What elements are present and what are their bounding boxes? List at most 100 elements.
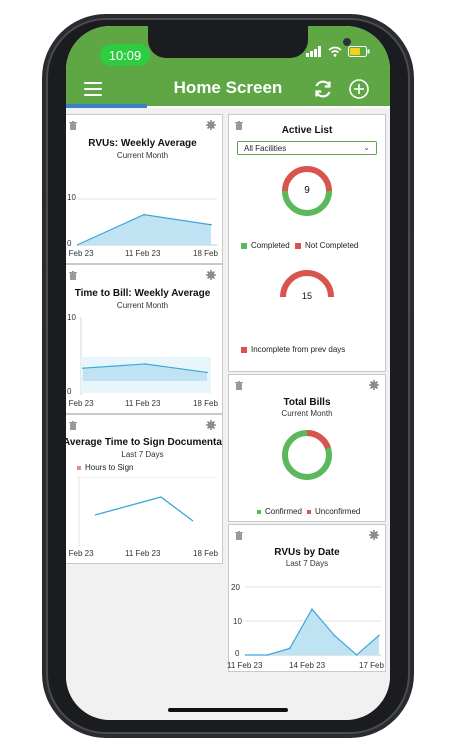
legend-swatch: [257, 509, 261, 514]
x-tick-label: 4 Feb 23: [66, 399, 94, 408]
legend-incomplete: Incomplete from prev days: [241, 345, 345, 354]
notch: [148, 26, 351, 58]
x-tick-label: 18 Feb: [193, 549, 218, 558]
card-title: Average Time to Sign Documentat...: [66, 437, 222, 448]
card-subtitle: Last 7 Days: [121, 450, 164, 459]
legend-completed: Completed: [241, 241, 290, 250]
x-tick-label: 11 Feb 23: [125, 249, 161, 258]
gear-icon[interactable]: [206, 120, 216, 130]
trash-icon[interactable]: [69, 121, 77, 130]
y-tick-label: 10: [233, 617, 242, 626]
volume-down-button: [42, 272, 46, 324]
gauge-value: 15: [301, 291, 312, 301]
status-time: 10:09: [100, 44, 150, 66]
camera: [343, 38, 351, 46]
rvus-weekly-card[interactable]: RVUs: Weekly Average Current Month 10 0 …: [66, 114, 223, 264]
legend-label: Not Completed: [305, 241, 359, 250]
card-subtitle: Current Month: [116, 301, 169, 310]
legend-label: Unconfirmed: [315, 507, 361, 516]
unconfirmed-slice: [306, 429, 331, 450]
legend-swatch: [295, 242, 301, 249]
data-point: [144, 363, 146, 365]
add-circle-icon[interactable]: [348, 78, 370, 100]
data-point: [355, 654, 358, 656]
legend-swatch: [241, 242, 247, 249]
data-point: [210, 223, 212, 226]
y-tick-label: 0: [235, 649, 240, 658]
x-tick-label: 18 Feb: [193, 399, 218, 408]
time-to-bill-chart: [80, 317, 211, 395]
legend-confirmed: Confirmed: [257, 507, 302, 516]
data-point: [206, 371, 208, 374]
page-title: Home Screen: [173, 78, 283, 97]
dropdown-value: All Facilities: [244, 143, 287, 153]
data-point: [378, 634, 380, 637]
x-tick-label: 17 Feb: [359, 661, 384, 670]
gear-icon[interactable]: [369, 530, 379, 540]
x-tick-label: 4 Feb 23: [66, 249, 94, 258]
area-fill: [77, 214, 211, 245]
y-tick-label: 10: [67, 193, 76, 202]
dashboard-grid: RVUs: Weekly Average Current Month 10 0 …: [66, 108, 390, 720]
refresh-icon[interactable]: [312, 78, 334, 100]
y-tick-label: 0: [67, 239, 72, 248]
x-tick-label: 11 Feb 23: [125, 399, 161, 408]
avg-time-to-sign-card[interactable]: Average Time to Sign Documentat... Last …: [66, 414, 223, 564]
home-indicator[interactable]: [168, 708, 288, 712]
x-tick-label: 14 Feb 23: [289, 661, 326, 670]
y-tick-label: 0: [67, 387, 72, 396]
status-icons: [306, 46, 370, 57]
legend-label: Hours to Sign: [85, 463, 134, 472]
battery-icon: [348, 46, 370, 57]
rvus-by-date-card[interactable]: RVUs by Date Last 7 Days 20 10 0 11 Feb …: [227, 524, 386, 672]
y-tick-label: 20: [231, 583, 240, 592]
legend-label: Completed: [251, 241, 290, 250]
facility-dropdown[interactable]: All Facilities ⌄: [237, 141, 377, 155]
data-point: [266, 654, 269, 656]
time-to-bill-card[interactable]: Time to Bill: Weekly Average Current Mon…: [66, 264, 223, 414]
card-subtitle: Current Month: [116, 151, 169, 160]
data-point: [143, 213, 145, 216]
trash-icon[interactable]: [235, 381, 243, 390]
gear-icon[interactable]: [369, 380, 379, 390]
legend-unconfirmed: Unconfirmed: [307, 507, 360, 516]
data-point: [311, 608, 313, 610]
x-tick-label: 11 Feb 23: [125, 549, 161, 558]
trash-icon[interactable]: [235, 531, 243, 540]
legend-swatch: [307, 509, 311, 514]
legend-not-completed: Not Completed: [295, 241, 358, 250]
volume-up-button: [42, 212, 46, 264]
gear-icon[interactable]: [206, 270, 216, 280]
total-bills-card[interactable]: Total Bills Current Month Confirmed Unco…: [228, 374, 386, 522]
data-point: [333, 634, 336, 637]
card-subtitle: Last 7 Days: [285, 559, 329, 568]
card-title: Active List: [281, 125, 333, 136]
mute-switch: [42, 162, 46, 192]
legend-label: Confirmed: [265, 507, 302, 516]
trash-icon[interactable]: [69, 421, 77, 430]
active-list-card[interactable]: Active List All Facilities ⌄ 9 Completed…: [228, 114, 386, 372]
y-tick-label: 10: [67, 313, 76, 322]
rvus-by-date-chart: [245, 586, 381, 656]
data-point: [288, 647, 291, 650]
avg-time-to-sign-chart: [77, 477, 217, 547]
x-tick-label: 4 Feb 23: [66, 549, 94, 558]
rvus-weekly-chart: [77, 198, 217, 246]
card-subtitle: Current Month: [281, 409, 333, 418]
hours-to-sign-line: [94, 496, 194, 522]
app-screen: 10:09 Home Screen RVUs: Weekly Average C…: [66, 26, 390, 720]
area-fill: [245, 609, 379, 655]
gear-icon[interactable]: [206, 420, 216, 430]
trash-icon[interactable]: [69, 271, 77, 280]
signal-icon: [306, 46, 321, 57]
wifi-icon: [328, 46, 342, 57]
card-title: RVUs by Date: [274, 547, 340, 558]
legend-swatch: [77, 465, 81, 470]
legend-hours-to-sign: Hours to Sign: [77, 463, 133, 472]
legend-swatch: [241, 346, 247, 353]
chevron-down-icon: ⌄: [363, 143, 370, 152]
card-title: RVUs: Weekly Average: [88, 138, 197, 149]
legend-label: Incomplete from prev days: [251, 345, 346, 354]
donut-center-value: 9: [304, 185, 310, 196]
x-tick-label: 11 Feb 23: [227, 661, 263, 670]
